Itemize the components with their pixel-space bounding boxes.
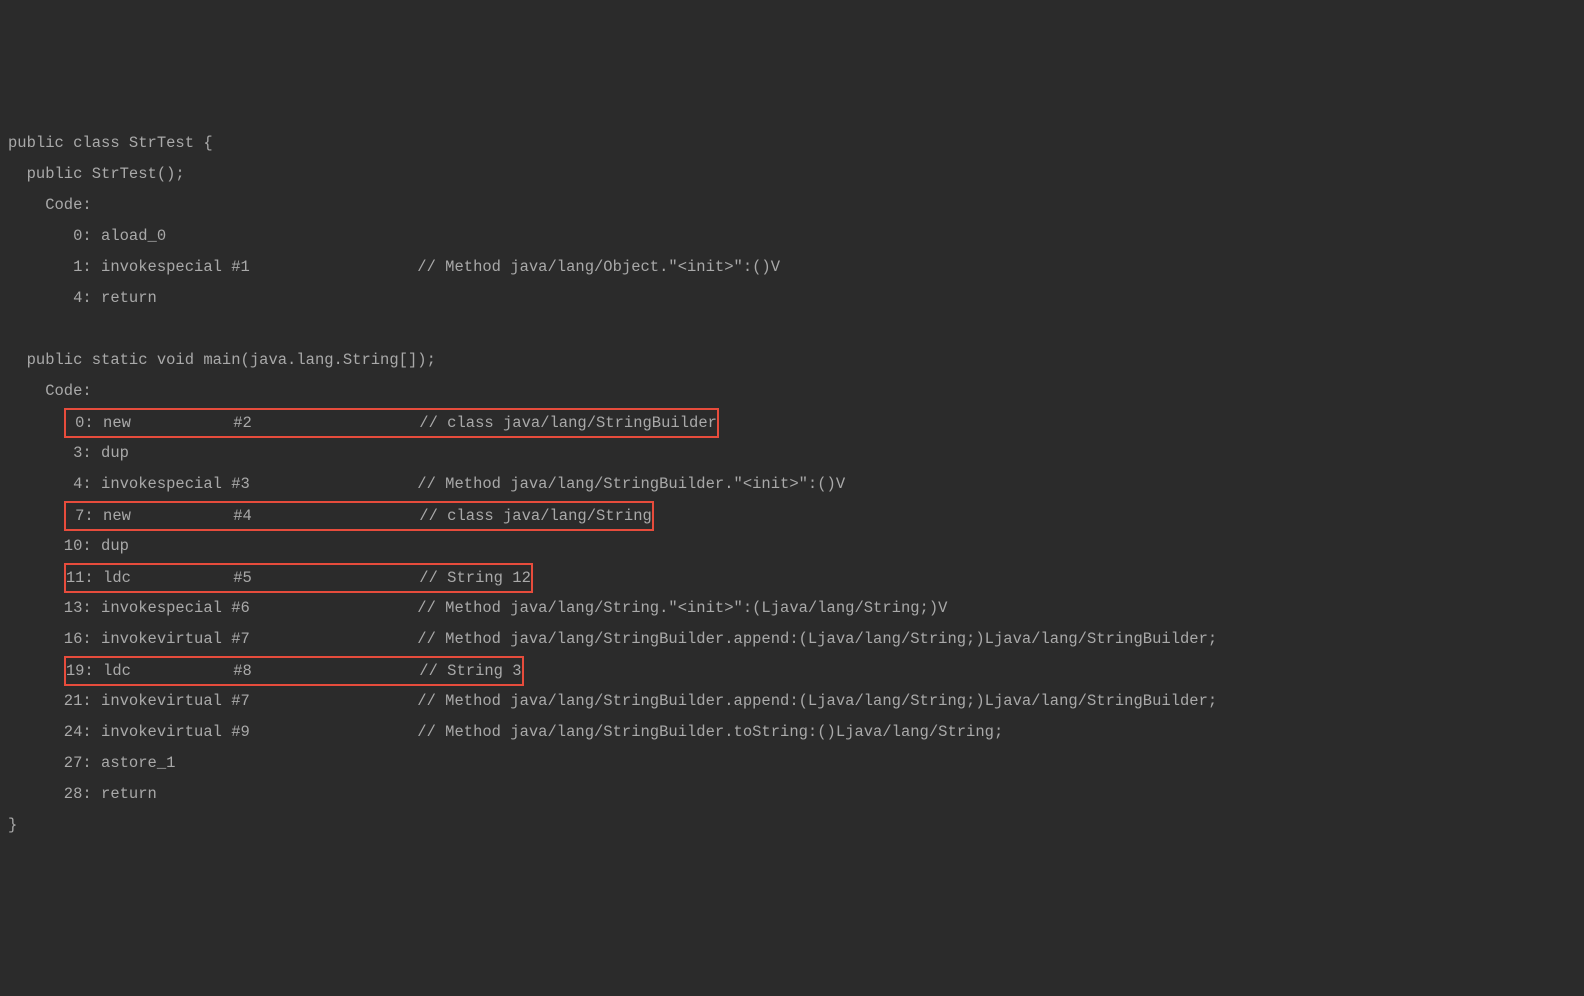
bytecode-listing: public class StrTest { public StrTest();… [8, 128, 1576, 841]
code-line: 11: ldc #5 // String 12 [8, 562, 1576, 593]
code-line: 21: invokevirtual #7 // Method java/lang… [8, 686, 1576, 717]
code-line: 3: dup [8, 438, 1576, 469]
code-line: public class StrTest { [8, 128, 1576, 159]
code-line: Code: [8, 376, 1576, 407]
code-line: 28: return [8, 779, 1576, 810]
highlight-box: 7: new #4 // class java/lang/String [64, 501, 654, 531]
indent [8, 562, 64, 593]
indent [8, 407, 64, 438]
code-line: 24: invokevirtual #9 // Method java/lang… [8, 717, 1576, 748]
code-line: 7: new #4 // class java/lang/String [8, 500, 1576, 531]
code-line: 1: invokespecial #1 // Method java/lang/… [8, 252, 1576, 283]
code-line: public StrTest(); [8, 159, 1576, 190]
code-line: 10: dup [8, 531, 1576, 562]
code-line: Code: [8, 190, 1576, 221]
code-line: 4: return [8, 283, 1576, 314]
code-line: } [8, 810, 1576, 841]
code-line: 27: astore_1 [8, 748, 1576, 779]
code-line [8, 314, 1576, 345]
code-line: 0: aload_0 [8, 221, 1576, 252]
highlight-box: 0: new #2 // class java/lang/StringBuild… [64, 408, 719, 438]
code-line: public static void main(java.lang.String… [8, 345, 1576, 376]
code-line: 13: invokespecial #6 // Method java/lang… [8, 593, 1576, 624]
highlight-box: 19: ldc #8 // String 3 [64, 656, 524, 686]
code-line: 0: new #2 // class java/lang/StringBuild… [8, 407, 1576, 438]
indent [8, 500, 64, 531]
code-line: 4: invokespecial #3 // Method java/lang/… [8, 469, 1576, 500]
highlight-box: 11: ldc #5 // String 12 [64, 563, 533, 593]
indent [8, 655, 64, 686]
code-line: 19: ldc #8 // String 3 [8, 655, 1576, 686]
code-line: 16: invokevirtual #7 // Method java/lang… [8, 624, 1576, 655]
